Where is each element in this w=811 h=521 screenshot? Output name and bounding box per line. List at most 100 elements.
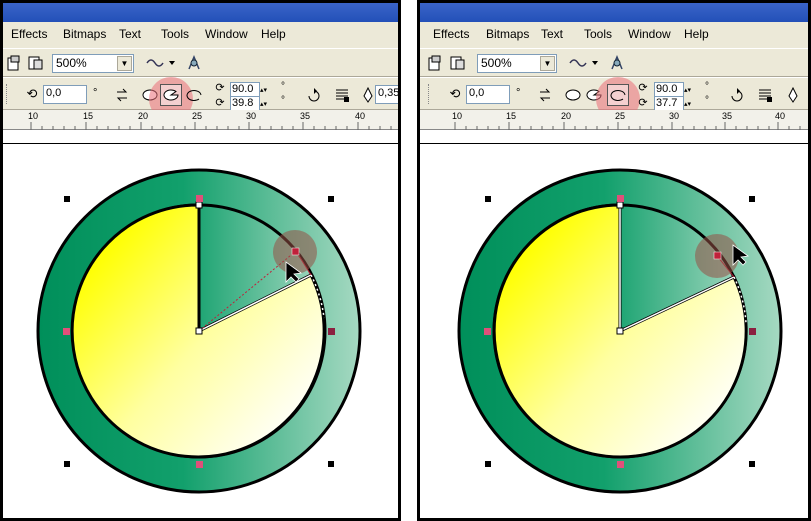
property-bar: ⟲ 0,0 ° ⟳ 90.0 ▴▾ ⟳ 39.8 ▴▾ ° ° 0,35: [3, 77, 400, 121]
zoom-level-select[interactable]: 500% ▼: [52, 54, 134, 73]
selection-handle-top-left[interactable]: [64, 196, 70, 202]
selection-handle-top-left[interactable]: [485, 196, 491, 202]
pie-drawing-right: [457, 168, 783, 494]
menu-tools[interactable]: Tools: [584, 27, 612, 41]
horizontal-ruler[interactable]: 10 15 20 25 30 35 40: [3, 110, 398, 130]
rotation-angle-field[interactable]: 0,0: [466, 85, 510, 104]
toolbar-grip: [6, 84, 9, 104]
application-launcher-icon[interactable]: [566, 52, 602, 74]
ruler-ticks: [30, 122, 392, 130]
end-angle-value[interactable]: 39.8: [230, 96, 260, 111]
outline-width-value: 0,35: [378, 87, 400, 99]
menu-window[interactable]: Window: [628, 27, 671, 41]
standard-toolbar: 500% ▼: [420, 48, 808, 77]
center-node[interactable]: [195, 327, 203, 335]
drawing-canvas[interactable]: [3, 145, 398, 518]
outline-width-field[interactable]: 0,35: [375, 85, 400, 104]
selection-handle-left[interactable]: [63, 328, 70, 335]
wrap-paragraph-icon[interactable]: [754, 84, 776, 106]
export-icon[interactable]: [25, 52, 47, 74]
import-icon[interactable]: [3, 52, 25, 74]
degree-label: °: [281, 95, 285, 106]
start-angle-value[interactable]: 90.0: [654, 82, 684, 97]
corel-window-arc-mode: Effects Bitmaps Text Tools Window Help 5…: [417, 0, 811, 521]
start-angle-icon: ⟳: [215, 81, 225, 94]
chevron-down-icon[interactable]: ▼: [540, 56, 555, 71]
selection-handle-bottom-left[interactable]: [64, 461, 70, 467]
selection-handle-top-right[interactable]: [749, 196, 755, 202]
page-border: [420, 130, 808, 144]
end-angle-value[interactable]: 37.7: [654, 96, 684, 111]
selection-handle-top[interactable]: [617, 195, 624, 202]
spinner-arrows-icon[interactable]: ▴▾: [260, 101, 267, 108]
property-bar: ⟲ 0,0 ° ⟳ 90.0 ▴▾ ⟳ 37.7 ▴▾ ° °: [420, 77, 808, 121]
drawing-canvas[interactable]: [420, 145, 808, 518]
rotation-angle-field[interactable]: 0,0: [43, 85, 87, 104]
zoom-level-value: 500%: [56, 56, 87, 70]
start-angle-node[interactable]: [616, 201, 624, 209]
degree-label: °: [93, 87, 98, 99]
arc-mode-icon[interactable]: [607, 84, 629, 106]
rotation-angle-value: 0,0: [469, 87, 485, 99]
center-node[interactable]: [616, 327, 624, 335]
start-angle-value[interactable]: 90.0: [230, 82, 260, 97]
menu-effects[interactable]: Effects: [433, 27, 469, 41]
ellipse-mode-icon[interactable]: [562, 84, 584, 106]
mirror-icon[interactable]: [111, 84, 133, 106]
degree-label: °: [705, 81, 709, 92]
start-angle-node[interactable]: [195, 201, 203, 209]
end-angle-spinner[interactable]: 37.7 ▴▾: [654, 96, 691, 111]
corel-connect-icon[interactable]: [183, 52, 205, 74]
menu-effects[interactable]: Effects: [11, 27, 47, 41]
selection-handle-bottom-right[interactable]: [328, 461, 334, 467]
spinner-arrows-icon[interactable]: ▴▾: [684, 87, 691, 94]
zoom-level-select[interactable]: 500% ▼: [477, 54, 557, 73]
menu-bitmaps[interactable]: Bitmaps: [63, 27, 106, 41]
arc-mode-icon[interactable]: [183, 84, 205, 106]
end-angle-icon: ⟳: [215, 96, 225, 109]
selection-handle-bottom-left[interactable]: [485, 461, 491, 467]
degree-label: °: [281, 81, 285, 92]
start-angle-spinner[interactable]: 90.0 ▴▾: [230, 82, 267, 97]
selection-handle-right[interactable]: [328, 328, 335, 335]
outline-pen-icon[interactable]: [782, 84, 804, 106]
menu-bitmaps[interactable]: Bitmaps: [486, 27, 529, 41]
end-angle-node[interactable]: [291, 247, 300, 256]
end-angle-spinner[interactable]: 39.8 ▴▾: [230, 96, 267, 111]
selection-handle-top[interactable]: [196, 195, 203, 202]
menu-tools[interactable]: Tools: [161, 27, 189, 41]
selection-handle-top-right[interactable]: [328, 196, 334, 202]
menu-help[interactable]: Help: [261, 27, 286, 41]
direction-toggle-icon[interactable]: [726, 84, 748, 106]
selection-handle-bottom[interactable]: [617, 461, 624, 468]
selection-handle-bottom[interactable]: [196, 461, 203, 468]
menu-help[interactable]: Help: [684, 27, 709, 41]
menu-text[interactable]: Text: [541, 27, 563, 41]
pie-mode-icon[interactable]: [160, 84, 182, 106]
menu-window[interactable]: Window: [205, 27, 248, 41]
degree-label: °: [705, 95, 709, 106]
mirror-icon[interactable]: [534, 84, 556, 106]
selection-handle-left[interactable]: [484, 328, 491, 335]
end-angle-node[interactable]: [713, 251, 722, 260]
selection-handle-bottom-right[interactable]: [749, 461, 755, 467]
wrap-paragraph-icon[interactable]: [331, 84, 353, 106]
import-icon[interactable]: [424, 52, 446, 74]
menu-text[interactable]: Text: [119, 27, 141, 41]
corel-connect-icon[interactable]: [606, 52, 628, 74]
selection-handle-right[interactable]: [749, 328, 756, 335]
rotation-icon: ⟲: [26, 86, 38, 101]
menu-bar: Effects Bitmaps Text Tools Window Help: [3, 22, 398, 48]
chevron-down-icon[interactable]: ▼: [117, 56, 132, 71]
direction-toggle-icon[interactable]: [303, 84, 325, 106]
spinner-arrows-icon[interactable]: ▴▾: [260, 87, 267, 94]
standard-toolbar: 500% ▼: [3, 48, 398, 77]
start-angle-icon: ⟳: [638, 81, 648, 94]
toolbar-grip: [428, 84, 431, 104]
spinner-arrows-icon[interactable]: ▴▾: [684, 101, 691, 108]
horizontal-ruler[interactable]: 10 15 20 25 30 35 40: [420, 110, 808, 130]
menu-bar: Effects Bitmaps Text Tools Window Help: [420, 22, 808, 48]
export-icon[interactable]: [447, 52, 469, 74]
start-angle-spinner[interactable]: 90.0 ▴▾: [654, 82, 691, 97]
application-launcher-icon[interactable]: [143, 52, 179, 74]
